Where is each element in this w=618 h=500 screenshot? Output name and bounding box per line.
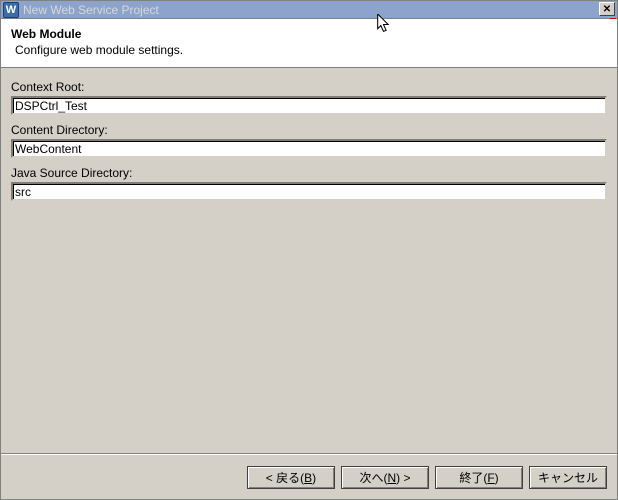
finish-suffix: ) <box>495 471 499 485</box>
next-mnemonic: N <box>387 471 396 485</box>
context-root-input[interactable] <box>11 96 607 115</box>
java-source-directory-group: Java Source Directory: <box>11 166 607 201</box>
context-root-group: Context Root: <box>11 80 607 115</box>
button-separator <box>1 453 617 455</box>
finish-button[interactable]: 終了(F) <box>435 466 523 489</box>
title-bar: W New Web Service Project ✕ <box>1 1 617 19</box>
next-button[interactable]: 次へ(N) > <box>341 466 429 489</box>
back-suffix: ) <box>312 471 316 485</box>
wizard-header: Web Module Configure web module settings… <box>1 19 617 68</box>
close-button[interactable]: ✕ <box>599 2 615 16</box>
context-root-label: Context Root: <box>11 80 607 94</box>
finish-mnemonic: F <box>487 471 494 485</box>
finish-prefix: 終了( <box>459 469 487 486</box>
content-directory-input[interactable] <box>11 139 607 158</box>
page-description: Configure web module settings. <box>11 43 607 57</box>
java-source-directory-label: Java Source Directory: <box>11 166 607 180</box>
next-suffix: ) > <box>396 471 410 485</box>
wizard-window: W New Web Service Project ✕ Web Module C… <box>0 0 618 500</box>
back-prefix: < 戻る( <box>266 469 304 486</box>
window-title: New Web Service Project <box>23 3 159 17</box>
back-mnemonic: B <box>304 471 312 485</box>
next-prefix: 次へ( <box>359 469 387 486</box>
cancel-button[interactable]: キャンセル <box>529 466 607 489</box>
java-source-directory-input[interactable] <box>11 182 607 201</box>
content-directory-label: Content Directory: <box>11 123 607 137</box>
wizard-button-bar: < 戻る(B) 次へ(N) > 終了(F) キャンセル <box>247 466 607 489</box>
back-button[interactable]: < 戻る(B) <box>247 466 335 489</box>
content-directory-group: Content Directory: <box>11 123 607 158</box>
wizard-content: Context Root: Content Directory: Java So… <box>1 68 617 499</box>
app-icon: W <box>3 2 19 18</box>
page-title: Web Module <box>11 27 607 41</box>
